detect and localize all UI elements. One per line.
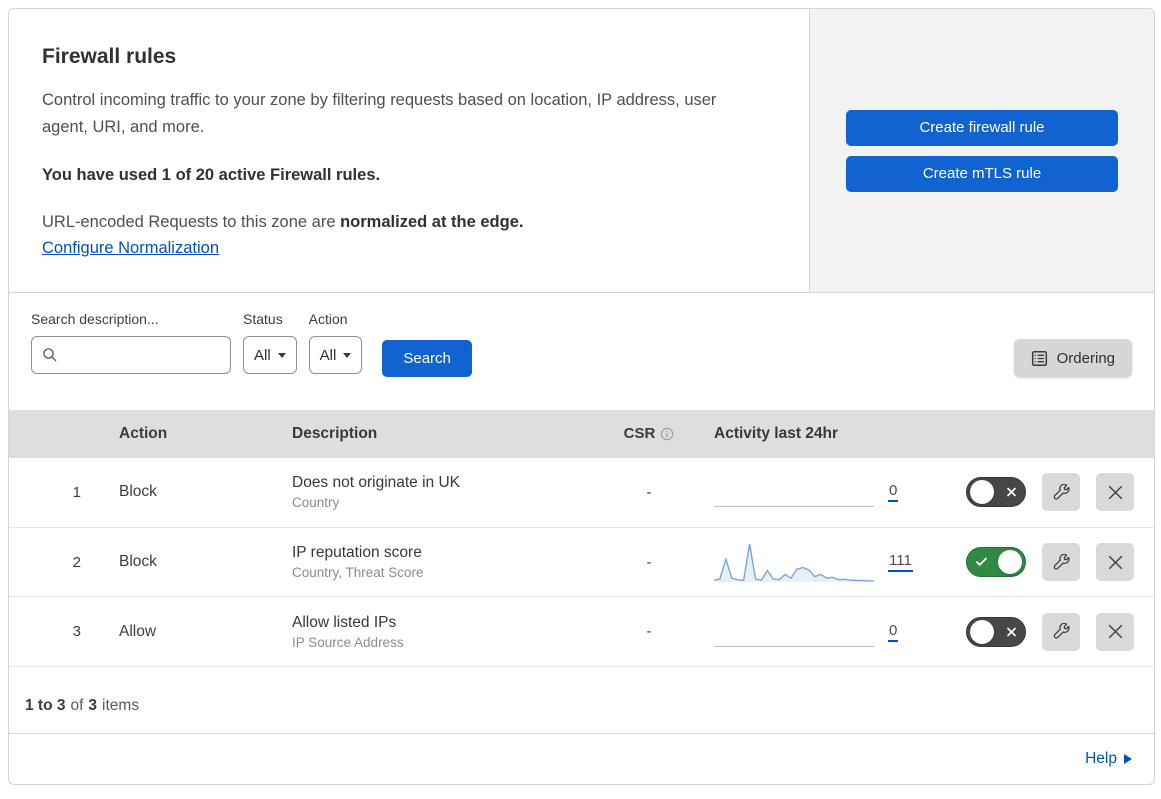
pagination-range: 1 to 3 [25,697,66,715]
create-mtls-rule-button[interactable]: Create mTLS rule [846,155,1118,192]
arrow-right-icon [1124,754,1132,765]
chevron-down-icon [343,352,352,358]
pagination-total: 3 [88,697,98,715]
rule-action: Block [119,483,157,501]
search-input[interactable] [58,347,230,364]
close-icon [1108,555,1123,570]
help-link[interactable]: Help [1085,750,1132,768]
rule-enable-toggle[interactable] [966,477,1026,508]
search-input-wrapper [31,336,231,375]
x-icon [1007,487,1016,497]
header-section: Firewall rules Control incoming traffic … [9,9,1154,294]
rule-action: Block [119,553,157,571]
activity-sparkline-empty [714,610,874,654]
firewall-rules-card: Firewall rules Control incoming traffic … [8,8,1155,785]
rule-csr-value: - [646,623,652,641]
rule-enable-toggle[interactable] [966,616,1026,647]
table-row: 3 Allow Allow listed IPs IP Source Addre… [9,597,1154,668]
status-filter-group: Status All [243,311,297,375]
page-title: Firewall rules [42,45,177,68]
table-header: Action Description CSR Activity last 24h… [9,409,1154,458]
pagination-status: 1 to 3 of 3 items [9,667,1154,735]
normalization-note: URL-encoded Requests to this zone are no… [42,213,524,232]
rule-fields: Country, Threat Score [292,565,424,581]
rule-enable-toggle[interactable] [966,547,1026,578]
search-button[interactable]: Search [382,340,472,378]
activity-column-header: Activity last 24hr [714,424,839,442]
check-icon [976,557,987,567]
close-icon [1108,624,1123,639]
rule-description: Allow listed IPs [292,613,397,631]
action-filter-label: Action [308,311,348,328]
pagination-items: items [102,697,140,715]
search-field-label: Search description... [31,311,159,328]
rule-action: Allow [119,622,157,640]
activity-sparkline-empty [714,470,874,514]
x-icon [1007,627,1016,637]
table-row: 2 Block IP reputation score Country, Thr… [9,527,1154,598]
description-column-header: Description [292,424,378,442]
page-description: Control incoming traffic to your zone by… [42,91,717,136]
action-filter-group: Action All [308,311,363,375]
wrench-icon [1053,623,1070,640]
close-icon [1108,485,1123,500]
rule-priority: 1 [72,483,81,501]
activity-count-link[interactable]: 111 [888,552,913,573]
activity-count-link[interactable]: 0 [888,482,899,503]
chevron-down-icon [277,352,286,358]
action-column-header: Action [119,424,168,442]
delete-rule-button[interactable] [1096,473,1134,512]
rule-csr-value: - [646,553,652,571]
rule-priority: 2 [72,553,81,571]
wrench-icon [1053,483,1070,501]
delete-rule-button[interactable] [1096,543,1134,582]
edit-rule-button[interactable] [1042,473,1080,512]
rule-description: IP reputation score [292,544,422,562]
header-text-block: Firewall rules Control incoming traffic … [9,9,809,292]
action-filter-dropdown[interactable]: All [308,336,363,375]
activity-count-link[interactable]: 0 [888,622,899,642]
create-firewall-rule-button[interactable]: Create firewall rule [846,109,1118,146]
csr-column-header: CSR [599,425,699,442]
toggle-knob [970,480,994,505]
filter-bar: Search description... Status All Action … [9,293,1154,410]
actions-panel: Create firewall rule Create mTLS rule [809,9,1154,293]
help-bar: Help [9,734,1154,784]
ordering-button[interactable]: Ordering [1013,339,1132,378]
rule-csr-value: - [646,483,652,501]
toggle-knob [998,550,1022,575]
table-row: 1 Block Does not originate in UK Country… [9,457,1154,528]
search-icon [42,347,58,363]
activity-sparkline [713,540,874,584]
edit-rule-button[interactable] [1042,612,1080,651]
usage-note: You have used 1 of 20 active Firewall ru… [42,166,381,185]
edit-rule-button[interactable] [1042,543,1080,582]
toggle-knob [970,619,994,644]
status-filter-dropdown[interactable]: All [243,336,297,375]
info-icon[interactable] [660,427,674,441]
rule-fields: Country [292,495,340,511]
search-field-group: Search description... [31,311,231,375]
rule-priority: 3 [72,623,81,641]
ordering-list-icon [1031,350,1048,367]
wrench-icon [1053,553,1070,571]
rule-description: Does not originate in UK [292,474,461,492]
delete-rule-button[interactable] [1096,612,1134,651]
configure-normalization-link[interactable]: Configure Normalization [42,239,219,257]
status-filter-label: Status [243,311,283,328]
rule-fields: IP Source Address [292,634,404,650]
pagination-of: of [70,697,84,715]
